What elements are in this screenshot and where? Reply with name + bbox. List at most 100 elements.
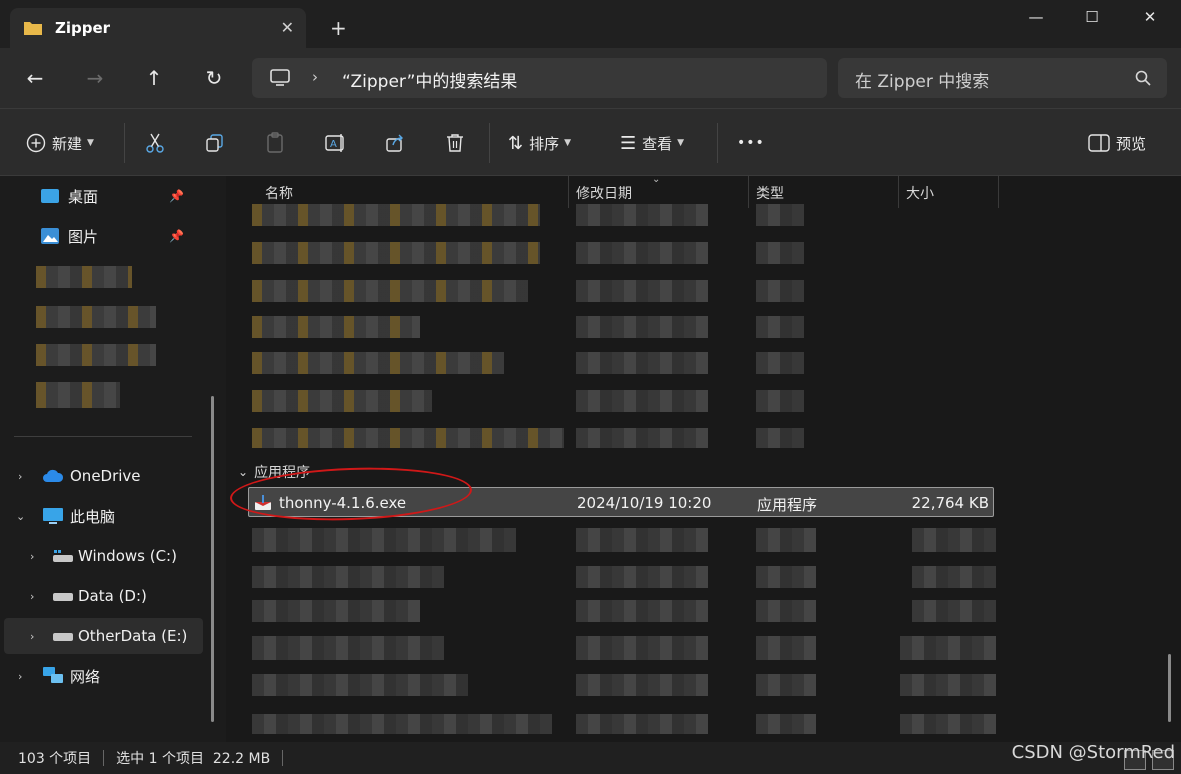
- sidebar-item-network[interactable]: › 网络: [4, 658, 204, 694]
- cut-button[interactable]: [145, 130, 165, 156]
- list-item[interactable]: [252, 674, 468, 696]
- sidebar-item-desktop[interactable]: 桌面 📌: [40, 178, 210, 214]
- sort-button[interactable]: ⇅ 排序 ▼: [508, 130, 571, 156]
- pin-icon[interactable]: 📌: [169, 189, 184, 203]
- toolbar-divider: [717, 123, 718, 163]
- plus-circle-icon: [26, 133, 46, 153]
- new-button[interactable]: 新建 ▼: [26, 130, 94, 156]
- list-item[interactable]: [252, 352, 504, 374]
- windows-drive-icon: [53, 550, 73, 562]
- blurred-item[interactable]: [36, 344, 156, 366]
- chevron-down-icon[interactable]: ⌄: [16, 510, 25, 523]
- back-arrow-icon[interactable]: ←: [22, 65, 48, 91]
- blurred-item[interactable]: [36, 266, 132, 288]
- sidebar-scrollbar[interactable]: [211, 396, 214, 722]
- sidebar-item-label: 桌面: [68, 187, 99, 206]
- computer-icon: [43, 508, 63, 524]
- column-divider[interactable]: [568, 176, 569, 208]
- chevron-right-icon[interactable]: ›: [18, 470, 22, 483]
- column-header-name[interactable]: 名称: [265, 183, 293, 203]
- column-divider[interactable]: [748, 176, 749, 208]
- chevron-right-icon[interactable]: ›: [30, 550, 34, 563]
- column-divider[interactable]: [998, 176, 999, 208]
- up-arrow-icon[interactable]: ↑: [141, 65, 167, 91]
- toolbar-divider: [489, 123, 490, 163]
- tab-zipper[interactable]: Zipper ✕: [10, 8, 306, 48]
- list-item-date: [576, 600, 708, 622]
- list-item[interactable]: [252, 280, 528, 302]
- close-window-button[interactable]: ✕: [1130, 6, 1170, 28]
- sidebar-item-drive-c[interactable]: › Windows (C:): [4, 538, 204, 574]
- list-item-date: [576, 674, 708, 696]
- delete-button[interactable]: [445, 130, 465, 156]
- blurred-item[interactable]: [36, 306, 156, 328]
- column-header-type[interactable]: 类型: [756, 183, 784, 203]
- new-tab-button[interactable]: +: [330, 16, 347, 40]
- forward-arrow-icon[interactable]: →: [82, 65, 108, 91]
- list-item[interactable]: [252, 204, 540, 226]
- search-icon: [1135, 70, 1151, 86]
- list-item[interactable]: [252, 636, 444, 660]
- sidebar-item-label: OneDrive: [70, 467, 141, 485]
- drive-icon: [53, 633, 73, 641]
- column-header-modified[interactable]: 修改日期: [576, 183, 632, 203]
- sidebar-item-onedrive[interactable]: › OneDrive: [4, 458, 204, 494]
- sidebar-item-pictures[interactable]: 图片 📌: [40, 218, 210, 254]
- status-bar: 103 个项目 选中 1 个项目 22.2 MB: [0, 742, 1181, 774]
- address-bar[interactable]: › “Zipper”中的搜索结果: [252, 58, 827, 98]
- preview-pane-icon: [1088, 134, 1110, 152]
- search-placeholder: 在 Zipper 中搜索: [855, 72, 990, 92]
- sidebar-item-drive-d[interactable]: › Data (D:): [4, 578, 204, 614]
- list-item-type: [756, 280, 804, 302]
- list-item[interactable]: [252, 600, 420, 622]
- chevron-right-icon[interactable]: ›: [18, 670, 22, 683]
- list-item[interactable]: [252, 316, 420, 338]
- column-header-size[interactable]: 大小: [906, 183, 934, 203]
- list-item-type: [756, 566, 816, 588]
- copy-button[interactable]: [205, 130, 225, 156]
- rename-button[interactable]: A: [325, 130, 347, 156]
- drive-icon: [53, 593, 73, 601]
- more-options-button[interactable]: •••: [737, 130, 765, 156]
- trash-icon: [447, 134, 463, 152]
- list-item-type: [756, 636, 816, 660]
- watermark: CSDN @StormRed: [1011, 742, 1175, 763]
- list-item[interactable]: [252, 390, 432, 412]
- view-button[interactable]: ☰ 查看 ▼: [620, 130, 684, 156]
- list-item[interactable]: [252, 428, 564, 448]
- pin-icon[interactable]: 📌: [169, 229, 184, 243]
- monitor-icon: [270, 69, 290, 86]
- list-item-type: [756, 390, 804, 412]
- blurred-item[interactable]: [36, 382, 120, 408]
- sidebar-item-this-pc[interactable]: ⌄ 此电脑: [4, 498, 204, 534]
- list-item[interactable]: [252, 714, 552, 734]
- sidebar-item-drive-e[interactable]: › OtherData (E:): [4, 618, 203, 654]
- status-divider: [103, 750, 105, 766]
- view-label: 查看: [642, 134, 673, 153]
- list-item-date: [576, 714, 708, 734]
- list-item[interactable]: [252, 566, 444, 588]
- chevron-right-icon[interactable]: ›: [30, 630, 34, 643]
- share-button[interactable]: [385, 130, 405, 156]
- content-scrollbar[interactable]: [1168, 654, 1171, 722]
- list-item-date: [576, 428, 708, 448]
- minimize-button[interactable]: —: [1016, 6, 1056, 28]
- list-item[interactable]: [252, 528, 516, 552]
- list-item[interactable]: [252, 242, 540, 264]
- close-tab-icon[interactable]: ✕: [281, 18, 294, 37]
- copy-icon: [206, 134, 223, 152]
- chevron-right-icon[interactable]: ›: [30, 590, 34, 603]
- address-row: ← → ↑ ↻ › “Zipper”中的搜索结果 在 Zipper 中搜索: [0, 48, 1181, 108]
- sidebar-item-label: OtherData (E:): [78, 627, 188, 645]
- search-input[interactable]: 在 Zipper 中搜索: [838, 58, 1167, 98]
- list-item-date: [576, 242, 708, 264]
- list-item-type: [756, 204, 804, 226]
- column-divider[interactable]: [898, 176, 899, 208]
- preview-pane-button[interactable]: 预览: [1088, 130, 1146, 156]
- list-item-size: [900, 636, 996, 660]
- list-item-date: [576, 636, 708, 660]
- address-path: “Zipper”中的搜索结果: [342, 72, 518, 92]
- maximize-button[interactable]: ☐: [1072, 6, 1112, 28]
- refresh-icon[interactable]: ↻: [201, 65, 227, 91]
- paste-button[interactable]: [265, 130, 285, 156]
